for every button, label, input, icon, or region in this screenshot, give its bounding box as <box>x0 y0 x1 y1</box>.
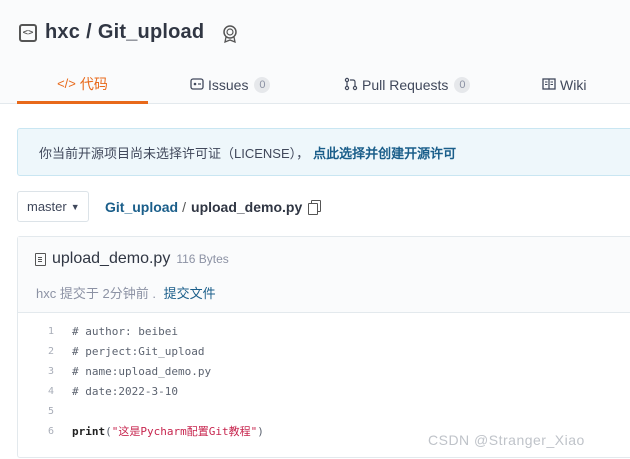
wiki-icon <box>542 77 556 94</box>
caret-down-icon: ▼ <box>70 201 80 212</box>
code-keyword: print <box>72 425 106 438</box>
pull-requests-count-badge: 0 <box>454 77 471 93</box>
repo-title: <> hxc / Git_upload <box>19 21 240 44</box>
license-notice: 你当前开源项目尚未选择许可证（LICENSE）， 点此选择并创建开源许可 <box>17 128 630 176</box>
tab-issues-label: Issues <box>208 77 249 93</box>
tab-issues[interactable]: Issues 0 <box>190 66 271 104</box>
last-commit-info: hxc 提交于 2分钟前 . 提交文件 <box>36 283 216 302</box>
license-notice-text: 你当前开源项目尚未选择许可证（LICENSE）， <box>39 145 310 161</box>
tab-wiki-label: Wiki <box>560 77 587 93</box>
file-name: upload_demo.py <box>52 250 171 267</box>
file-header: upload_demo.py 116 Bytes hxc 提交于 2分钟前 . … <box>18 237 630 313</box>
commit-message-link[interactable]: 提交文件 <box>164 286 216 301</box>
branch-select[interactable]: master ▼ <box>17 191 89 222</box>
code-line: 4 # date:2022-3-10 <box>18 381 630 401</box>
line-number[interactable]: 6 <box>18 426 54 437</box>
issues-count-badge: 0 <box>254 77 271 93</box>
code-block: 1 # author: beibei 2 # perject:Git_uploa… <box>18 314 630 441</box>
copy-icon[interactable] <box>308 200 322 215</box>
code-line: 1 # author: beibei <box>18 321 630 341</box>
tab-code-label: 代码 <box>79 75 108 92</box>
commit-author[interactable]: hxc <box>36 286 56 301</box>
code-paren-open: ( <box>105 425 112 438</box>
breadcrumb-file-link[interactable]: upload_demo.py <box>191 199 302 215</box>
line-number[interactable]: 1 <box>18 326 54 337</box>
repo-separator: / <box>86 21 92 43</box>
award-badge-icon[interactable] <box>220 23 240 43</box>
file-viewer: upload_demo.py 116 Bytes hxc 提交于 2分钟前 . … <box>17 236 630 458</box>
line-number[interactable]: 4 <box>18 386 54 397</box>
tab-pull-requests-label: Pull Requests <box>362 77 449 93</box>
tab-pull-requests[interactable]: Pull Requests 0 <box>344 66 471 104</box>
line-code: print("这是Pycharm配置Git教程") <box>72 423 264 439</box>
code-string: "这是Pycharm配置Git教程" <box>111 425 258 438</box>
file-size: 116 Bytes <box>176 252 229 266</box>
line-code: # author: beibei <box>72 324 178 338</box>
line-code: # date:2022-3-10 <box>72 384 178 398</box>
code-icon: </> <box>57 76 76 91</box>
line-code: # perject:Git_upload <box>72 344 205 358</box>
repo-code-icon: <> <box>19 23 37 42</box>
line-number[interactable]: 5 <box>18 406 54 417</box>
breadcrumb-separator: / <box>182 199 187 215</box>
repo-tabs: </> 代码 Issues 0 Pull Requests 0 Wiki <box>0 66 630 104</box>
code-line: 3 # name:upload_demo.py <box>18 361 630 381</box>
code-line: 5 <box>18 401 630 421</box>
pull-request-icon <box>344 77 358 94</box>
commit-time-text: 提交于 2分钟前 . <box>59 286 156 301</box>
tab-wiki[interactable]: Wiki <box>542 66 586 104</box>
breadcrumb: Git_upload / upload_demo.py <box>105 199 322 215</box>
file-icon <box>35 252 46 266</box>
tab-code[interactable]: </> 代码 <box>17 66 148 104</box>
line-number[interactable]: 2 <box>18 346 54 357</box>
repo-header: <> hxc / Git_upload </> 代码 Issues 0 Pull… <box>0 0 630 104</box>
repo-name[interactable]: Git_upload <box>98 21 204 44</box>
watermark: CSDN @Stranger_Xiao <box>428 432 585 448</box>
breadcrumb-repo-link[interactable]: Git_upload <box>105 199 178 215</box>
create-license-link[interactable]: 点此选择并创建开源许可 <box>313 143 456 162</box>
line-number[interactable]: 3 <box>18 366 54 377</box>
issues-icon <box>190 77 204 94</box>
code-line: 2 # perject:Git_upload <box>18 341 630 361</box>
line-code: # name:upload_demo.py <box>72 364 212 378</box>
code-paren-close: ) <box>257 425 264 438</box>
repo-owner[interactable]: hxc <box>45 21 80 44</box>
branch-select-value: master <box>27 199 67 214</box>
